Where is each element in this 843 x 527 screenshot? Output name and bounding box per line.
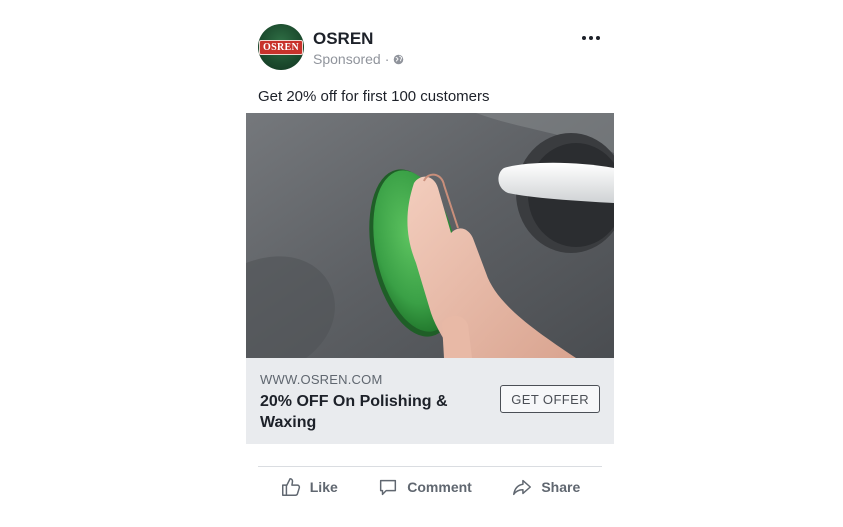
ad-image[interactable] <box>246 113 614 358</box>
share-button[interactable]: Share <box>511 476 580 498</box>
sponsored-label[interactable]: Sponsored <box>313 51 381 67</box>
more-options-button[interactable] <box>582 36 600 40</box>
like-label: Like <box>309 479 338 495</box>
share-arrow-icon <box>513 479 532 496</box>
car-polishing-illustration <box>246 113 614 358</box>
dot-icon <box>589 36 593 40</box>
page-name[interactable]: OSREN <box>313 29 373 49</box>
comment-button[interactable]: Comment <box>377 476 472 498</box>
thumbs-up-icon <box>281 478 300 496</box>
like-button[interactable]: Like <box>280 476 338 498</box>
comment-icon <box>380 479 397 496</box>
comment-label: Comment <box>407 479 472 495</box>
post-caption: Get 20% off for first 100 customers <box>258 88 490 105</box>
action-bar: Like Comment Share <box>246 467 614 507</box>
get-offer-button[interactable]: GET OFFER <box>500 385 600 413</box>
meta-separator: · <box>384 51 390 67</box>
link-preview[interactable]: WWW.OSREN.COM 20% OFF On Polishing & Wax… <box>246 358 614 444</box>
link-title[interactable]: 20% OFF On Polishing & Waxing <box>260 391 480 433</box>
osren-logo: OSREN <box>259 39 303 55</box>
post-meta: Sponsored · <box>313 51 404 67</box>
share-label: Share <box>541 479 581 495</box>
link-url[interactable]: WWW.OSREN.COM <box>260 372 382 387</box>
post-header: OSREN OSREN Sponsored · <box>246 22 614 72</box>
dot-icon <box>596 36 600 40</box>
avatar[interactable]: OSREN <box>258 24 304 70</box>
dot-icon <box>582 36 586 40</box>
globe-icon <box>394 54 404 64</box>
sponsored-post: OSREN OSREN Sponsored · Get 20% off for … <box>246 22 614 507</box>
